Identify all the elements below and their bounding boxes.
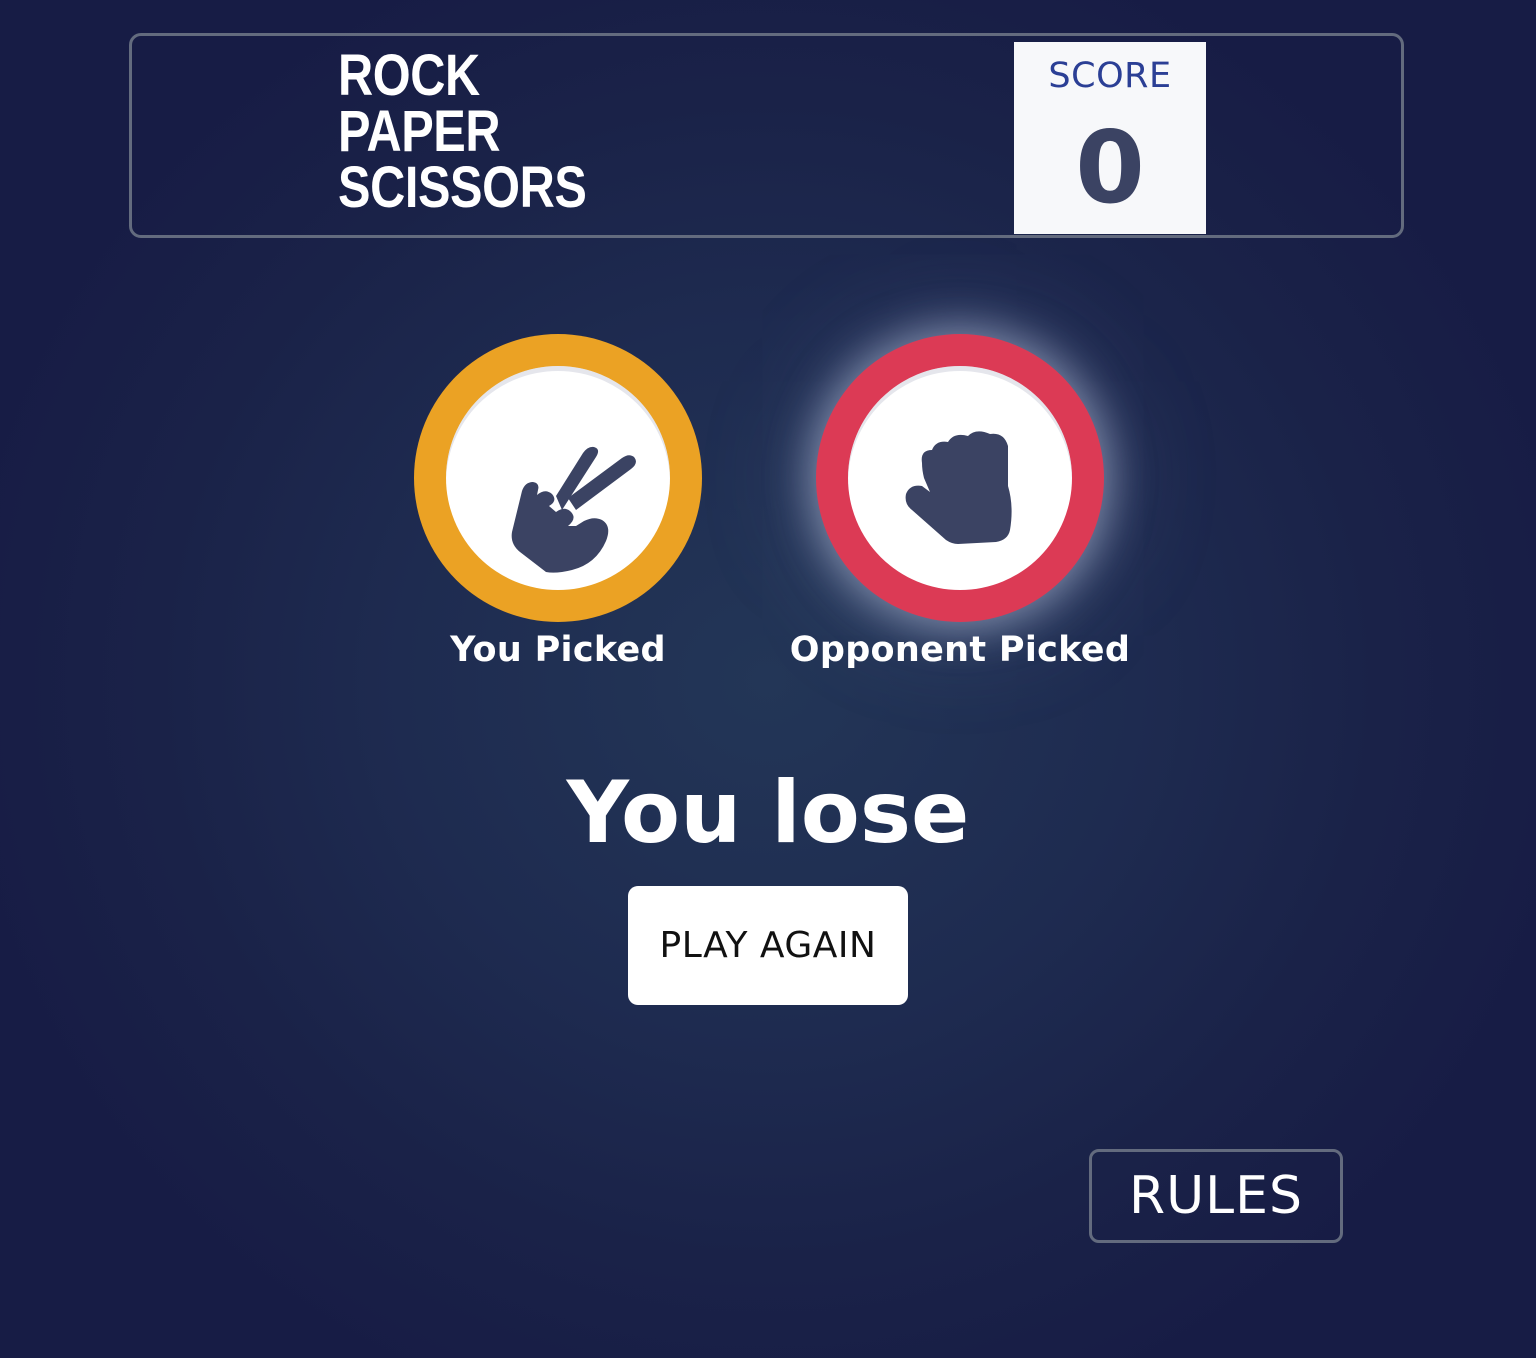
scissors-icon	[511, 446, 636, 573]
title-line-scissors: SCISSORS	[338, 155, 587, 220]
you-picked: You Picked	[414, 334, 702, 670]
rock-choice	[816, 334, 1104, 622]
scissors-choice	[414, 334, 702, 622]
score-box: SCORE 0	[1014, 42, 1206, 234]
choice-disc	[848, 366, 1072, 590]
score-value: 0	[1075, 109, 1145, 226]
score-label: SCORE	[1048, 56, 1172, 96]
rules-button[interactable]: RULES	[1089, 1149, 1343, 1243]
result-message: You lose	[566, 763, 970, 863]
choice-disc	[446, 366, 670, 590]
game-title: ROCK PAPER SCISSORS	[338, 43, 587, 220]
rock-icon	[905, 431, 1012, 544]
opponent-picked: Opponent Picked	[790, 334, 1130, 670]
title-line-rock: ROCK	[338, 43, 480, 108]
play-again-button[interactable]: PLAY AGAIN	[628, 886, 908, 1005]
opponent-picked-label: Opponent Picked	[789, 630, 1131, 670]
title-line-paper: PAPER	[338, 99, 501, 164]
header: ROCK PAPER SCISSORS SCORE 0	[129, 33, 1404, 238]
